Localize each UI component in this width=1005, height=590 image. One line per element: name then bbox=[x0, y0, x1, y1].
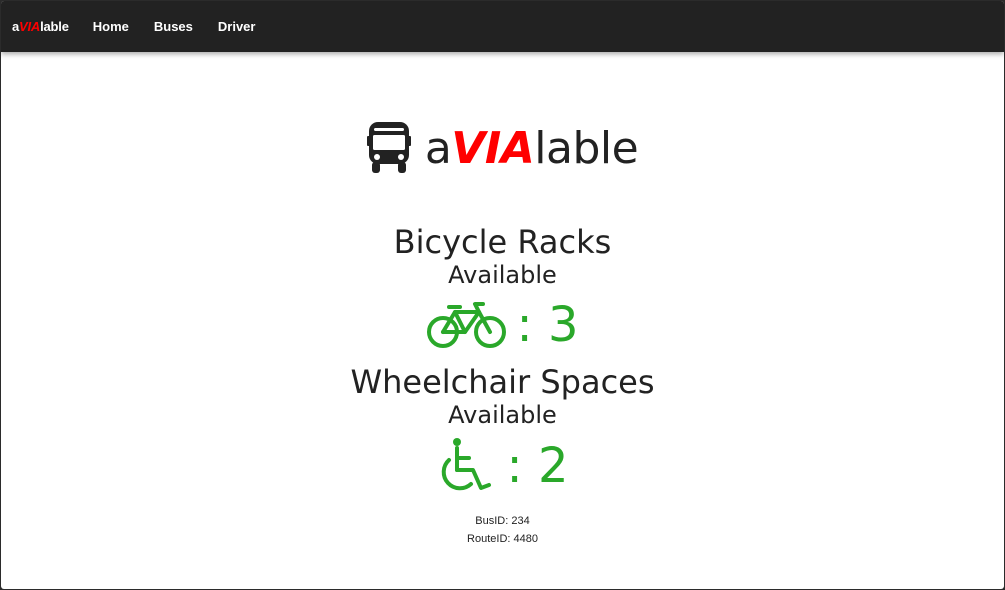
wheelchair-spaces-title: Wheelchair Spaces bbox=[350, 363, 655, 401]
wheelchair-count-row: : 2 bbox=[1, 436, 1004, 496]
nav-link-buses[interactable]: Buses bbox=[154, 19, 193, 34]
bicycle-count-row: : 3 bbox=[1, 297, 1004, 353]
top-navbar: aVIAlable Home Buses Driver bbox=[1, 1, 1004, 52]
logo-suffix: lable bbox=[534, 122, 639, 174]
main-content: aVIAlable Bicycle Racks Available : 3 Wh… bbox=[1, 52, 1004, 589]
logo-title: aVIAlable bbox=[424, 122, 639, 174]
brand-prefix: a bbox=[12, 19, 20, 34]
bicycle-count: : 3 bbox=[516, 297, 579, 353]
bus-id-label: BusID: 234 bbox=[475, 515, 530, 527]
brand-highlight: VIA bbox=[19, 19, 41, 34]
logo-prefix: a bbox=[424, 122, 452, 174]
route-id-label: RouteID: 4480 bbox=[467, 533, 538, 545]
nav-link-home[interactable]: Home bbox=[93, 19, 129, 34]
bicycle-racks-title: Bicycle Racks bbox=[393, 223, 612, 261]
brand-suffix: lable bbox=[40, 19, 69, 34]
app-window: aVIAlable Home Buses Driver aVIAlable Bi… bbox=[1, 1, 1004, 589]
nav-link-driver[interactable]: Driver bbox=[218, 19, 256, 34]
logo-heading: aVIAlable bbox=[1, 122, 1004, 174]
bicycle-racks-subtitle: Available bbox=[448, 261, 557, 289]
wheelchair-icon bbox=[441, 438, 491, 491]
brand-link[interactable]: aVIAlable bbox=[12, 19, 69, 34]
bicycle-icon bbox=[426, 302, 506, 348]
bus-icon bbox=[366, 122, 411, 173]
wheelchair-spaces-subtitle: Available bbox=[448, 401, 557, 429]
wheelchair-count: : 2 bbox=[506, 438, 569, 494]
logo-highlight: VIA bbox=[451, 122, 535, 174]
